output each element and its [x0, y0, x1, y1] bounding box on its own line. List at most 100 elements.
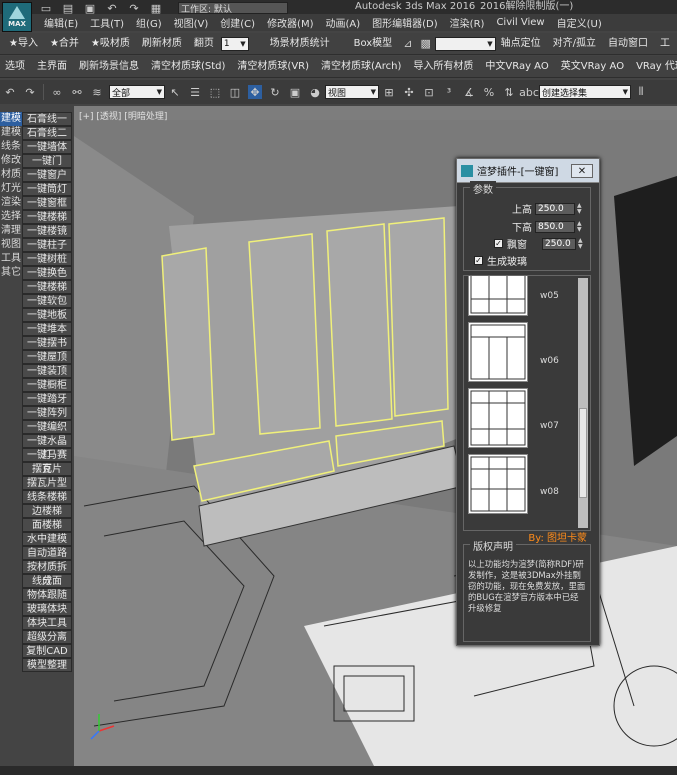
redo-icon[interactable]: ↷	[23, 85, 37, 99]
bind-spacewarp-icon[interactable]: ≋	[90, 85, 104, 99]
tool-button[interactable]: 一键阵列	[22, 406, 72, 420]
tool-button[interactable]: 一键换色	[22, 266, 72, 280]
bay-window-input[interactable]: 250.0	[542, 237, 576, 250]
percent-snap-icon[interactable]: %	[482, 85, 496, 99]
window-thumbnail-w08[interactable]	[468, 454, 528, 514]
category-tab[interactable]: 修改	[0, 154, 22, 168]
reference-coord-select[interactable]: 视图 ▼	[325, 85, 379, 99]
material-select[interactable]: ▼	[434, 36, 496, 51]
tool-button[interactable]: 一键水晶灯	[22, 434, 72, 461]
scale-icon[interactable]: ▣	[288, 85, 302, 99]
bottom-height-input[interactable]: 850.0	[535, 220, 575, 233]
refresh-material-button[interactable]: 刷新材质	[137, 34, 187, 54]
tool-button[interactable]: 自动道路	[22, 546, 72, 560]
save-icon[interactable]: ▣	[83, 1, 97, 15]
spinner-icon[interactable]: ▲ ▼	[577, 202, 582, 215]
toolbar2-button[interactable]: 清空材质球(VR)	[232, 57, 314, 77]
tool-button[interactable]: 一键楼镜	[22, 224, 72, 238]
category-tab[interactable]: 渲染	[0, 196, 22, 210]
mirror-icon[interactable]: ⫴	[634, 85, 648, 99]
window-pane[interactable]	[248, 233, 321, 435]
tool-button[interactable]: 一键软包	[22, 294, 72, 308]
category-tab[interactable]: 其它	[0, 266, 22, 280]
window-thumbnail-w05[interactable]	[468, 276, 528, 316]
select-by-name-icon[interactable]: ☰	[188, 85, 202, 99]
snap-icon[interactable]: ³	[442, 85, 456, 99]
redo-icon[interactable]: ↷	[127, 1, 141, 15]
scene-material-stats-button[interactable]: 场景材质统计	[265, 34, 335, 54]
tool-button[interactable]: 水中建模	[22, 532, 72, 546]
toolbar2-button[interactable]: 英文VRay AO	[556, 57, 629, 77]
toolbar2-button[interactable]: 导入所有材质	[408, 57, 478, 77]
tool-button[interactable]: 一键摆书	[22, 336, 72, 350]
toolbar2-button[interactable]: 清空材质球(Std)	[146, 57, 230, 77]
box-model-button[interactable]: Box模型	[349, 34, 398, 54]
tool-button[interactable]: 物体跟随	[22, 588, 72, 602]
place-icon[interactable]: ◕	[308, 85, 322, 99]
page-select[interactable]: 1 ▼	[220, 36, 249, 51]
close-button[interactable]: ✕	[571, 164, 593, 178]
tool-button[interactable]: 一键树桩	[22, 252, 72, 266]
tool-button[interactable]: 线成面	[22, 574, 72, 588]
unlink-icon[interactable]: ⚯	[70, 85, 84, 99]
menu-item[interactable]: 修改器(M)	[261, 15, 319, 30]
spinner-snap-icon[interactable]: ⇅	[502, 85, 516, 99]
toolbar2-button[interactable]: 选项	[0, 57, 30, 77]
new-file-icon[interactable]: ▭	[39, 1, 53, 15]
window-thumbnail-w07[interactable]	[468, 388, 528, 448]
category-tab[interactable]: 线条	[0, 140, 22, 154]
tool-button[interactable]: 模型整理	[22, 658, 72, 672]
tool-button[interactable]: 一键窗框	[22, 196, 72, 210]
undo-icon[interactable]: ↶	[105, 1, 119, 15]
pivot-center-icon[interactable]: ⊞	[382, 85, 396, 99]
tool-button[interactable]: 体块工具	[22, 616, 72, 630]
window-pane[interactable]	[326, 223, 393, 427]
select-object-icon[interactable]: ↖	[168, 85, 182, 99]
bay-window-checkbox[interactable]: ✓	[494, 239, 503, 248]
tool-button[interactable]: 一键橱柜	[22, 378, 72, 392]
tool-button[interactable]: 面楼梯	[22, 518, 72, 532]
edit-named-sel-icon[interactable]: abc	[519, 85, 539, 99]
menu-item[interactable]: 组(G)	[130, 15, 168, 30]
tool-button[interactable]: 玻璃体块	[22, 602, 72, 616]
select-manipulate-icon[interactable]: ✣	[402, 85, 416, 99]
menu-item[interactable]: 创建(C)	[214, 15, 261, 30]
tool-button[interactable]: 一键地板	[22, 308, 72, 322]
tools-button[interactable]: 工	[655, 34, 675, 54]
align-isolate-button[interactable]: 对齐/孤立	[548, 34, 601, 54]
top-height-input[interactable]: 250.0	[535, 202, 575, 215]
open-icon[interactable]: ▤	[61, 1, 75, 15]
rotate-icon[interactable]: ↻	[268, 85, 282, 99]
angle-snap-icon[interactable]: ∡	[462, 85, 476, 99]
tool-button[interactable]: 石膏线一	[22, 112, 72, 126]
spinner-icon[interactable]: ▲ ▼	[577, 220, 582, 233]
tool-button[interactable]: 线条楼梯	[22, 490, 72, 504]
tool-button[interactable]: 一键屋顶	[22, 350, 72, 364]
menu-item[interactable]: 渲染(R)	[444, 15, 491, 30]
menu-item[interactable]: 工具(T)	[84, 15, 130, 30]
tool-button[interactable]: 一键楼梯	[22, 210, 72, 224]
menu-item[interactable]: 视图(V)	[168, 15, 215, 30]
spinner-icon[interactable]: ▲ ▼	[578, 237, 583, 250]
tool-button[interactable]: 一键踏牙	[22, 392, 72, 406]
window-crossing-icon[interactable]: ◫	[228, 85, 242, 99]
tool-button[interactable]: 复制CAD	[22, 644, 72, 658]
tool-button[interactable]: 一键墙体	[22, 140, 72, 154]
move-icon[interactable]: ✥	[248, 85, 262, 99]
tool-button[interactable]: 一键窗户	[22, 168, 72, 182]
tool-button[interactable]: 一键门	[22, 154, 72, 168]
scrollbar-thumb[interactable]	[579, 408, 587, 498]
viewport-label[interactable]: [+] [透视] [明暗处理]	[79, 109, 167, 122]
tool-button[interactable]: 一键马赛克	[22, 448, 72, 475]
category-tab[interactable]: 建模	[0, 112, 22, 126]
named-selection-select[interactable]: 创建选择集 ▼	[539, 85, 631, 99]
window-style-gallery[interactable]: w05 w06 w07 w08	[463, 275, 591, 531]
tool-button[interactable]: 摆瓦片	[22, 462, 72, 476]
category-tab[interactable]: 视图	[0, 238, 22, 252]
window-thumbnail-w06[interactable]	[468, 322, 528, 382]
project-icon[interactable]: ▦	[149, 1, 163, 15]
menu-item[interactable]: 图形编辑器(D)	[366, 15, 444, 30]
workspace-select[interactable]: 工作区: 默认	[178, 2, 288, 14]
merge-button[interactable]: ★合并	[45, 34, 84, 54]
keyboard-shortcut-icon[interactable]: ⊡	[422, 85, 436, 99]
